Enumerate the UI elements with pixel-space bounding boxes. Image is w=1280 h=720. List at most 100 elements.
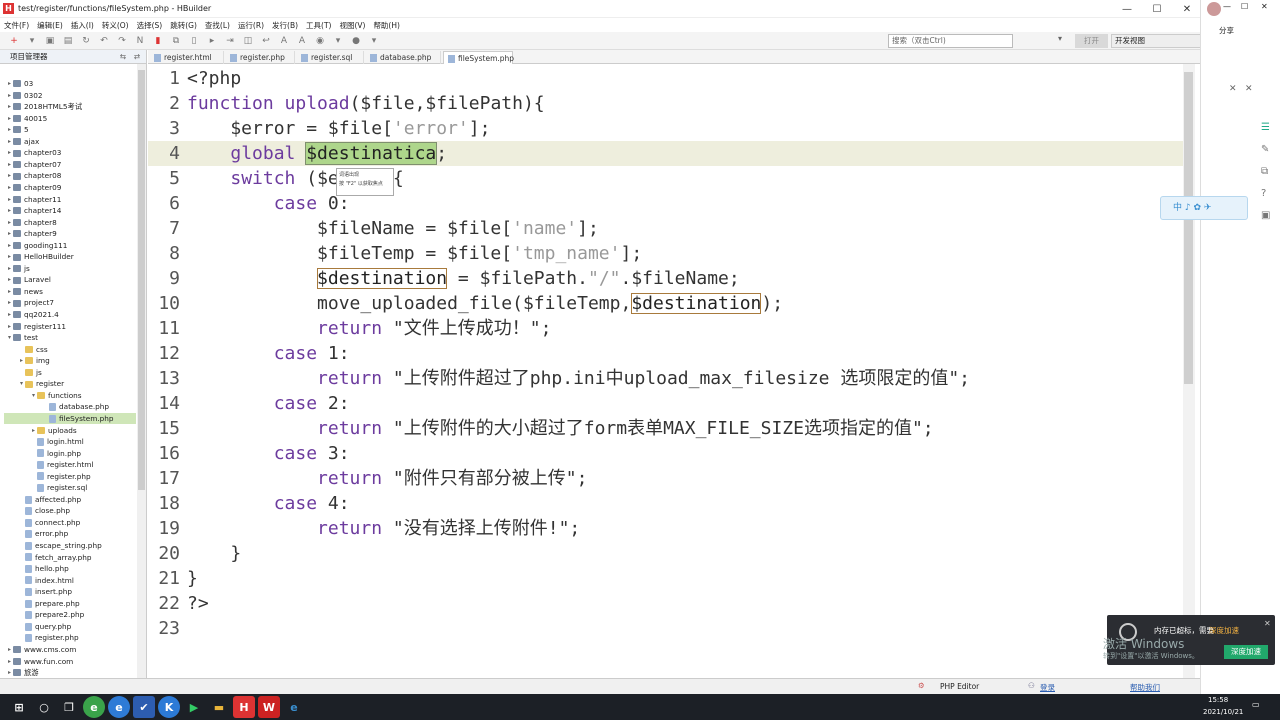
editor-tab[interactable]: register.html	[150, 51, 224, 64]
expand-arrow-icon[interactable]: ▸	[6, 170, 13, 182]
kugou-icon[interactable]: K	[158, 696, 180, 718]
tree-item[interactable]: ▸ 40015	[6, 113, 47, 125]
tree-item[interactable]: ▸ js	[6, 263, 30, 275]
avatar[interactable]	[1207, 2, 1221, 16]
close-icon[interactable]: ✕	[1173, 0, 1201, 18]
pin-icon[interactable]: ✎	[1261, 144, 1269, 155]
menu-item[interactable]: 转义(O)	[102, 20, 129, 31]
share-button[interactable]: 分享	[1219, 25, 1234, 36]
expand-arrow-icon[interactable]: ▸	[6, 644, 13, 656]
tree-item[interactable]: ▸ chapter03	[6, 147, 61, 159]
tree-item[interactable]: ▸ www.fun.com	[6, 656, 73, 668]
tree-item[interactable]: index.html	[18, 575, 74, 587]
expand-arrow-icon[interactable]: ▸	[6, 667, 13, 679]
tree-item[interactable]: ▾ register	[18, 378, 64, 390]
notification-icon[interactable]: ▭	[1252, 700, 1260, 709]
tree-item[interactable]: ▸ uploads	[30, 425, 77, 437]
font-style-icon[interactable]: A	[296, 35, 308, 47]
tree-item[interactable]: ▾ functions	[30, 390, 82, 402]
tree-item[interactable]: close.php	[18, 505, 70, 517]
format-icon[interactable]: N	[134, 35, 146, 47]
close-icon[interactable]: ✕	[1261, 2, 1268, 11]
menu-item[interactable]: 查找(L)	[205, 20, 230, 31]
expand-arrow-icon[interactable]: ▾	[30, 390, 37, 402]
expand-arrow-icon[interactable]: ▸	[6, 205, 13, 217]
expand-arrow-icon[interactable]: ▸	[30, 425, 37, 437]
expand-arrow-icon[interactable]: ▸	[6, 194, 13, 206]
tree-item[interactable]: ▸ 旅游	[6, 667, 39, 679]
new-file-icon[interactable]: +	[8, 35, 20, 47]
close-icon[interactable]: ✕	[1229, 84, 1237, 94]
save-icon[interactable]: ▣	[44, 35, 56, 47]
expand-arrow-icon[interactable]: ▸	[6, 217, 13, 229]
editor-tab[interactable]: register.php	[226, 51, 295, 64]
undo-icon[interactable]: ↶	[98, 35, 110, 47]
task-view-icon[interactable]: ❐	[58, 696, 80, 718]
expand-arrow-icon[interactable]: ▸	[6, 136, 13, 148]
editor-tab[interactable]: database.php	[366, 51, 441, 64]
expand-arrow-icon[interactable]: ▸	[6, 263, 13, 275]
expand-arrow-icon[interactable]: ▸	[6, 147, 13, 159]
expand-arrow-icon[interactable]: ▸	[6, 228, 13, 240]
menu-item[interactable]: 插入(I)	[71, 20, 94, 31]
close-icon[interactable]: ✕	[1264, 619, 1271, 628]
expand-arrow-icon[interactable]: ▸	[6, 101, 13, 113]
tree-item[interactable]: ▸ HelloHBuilder	[6, 251, 74, 263]
expand-arrow-icon[interactable]: ▸	[6, 251, 13, 263]
tree-item[interactable]: connect.php	[18, 517, 80, 529]
editor-scroll-thumb[interactable]	[1184, 72, 1193, 384]
ie-icon[interactable]: e	[283, 696, 305, 718]
search-dropdown-icon[interactable]: ▾	[1058, 34, 1062, 43]
tree-item[interactable]: fetch_array.php	[18, 552, 92, 564]
expand-arrow-icon[interactable]: ▸	[6, 78, 13, 90]
windows-start-icon[interactable]: ⊞	[8, 696, 30, 718]
menu-item[interactable]: 文件(F)	[4, 20, 29, 31]
dropdown-icon[interactable]: ▾	[368, 35, 380, 47]
help-icon[interactable]: ?	[1261, 188, 1266, 199]
tree-item[interactable]: ▸ chapter08	[6, 170, 61, 182]
copy-icon[interactable]: ⧉	[1261, 166, 1268, 177]
input-method-widget[interactable]: 中 ♪ ✿ ✈	[1160, 196, 1248, 220]
close-icon[interactable]: ✕	[1245, 84, 1253, 94]
tree-item[interactable]: ▸ Laravel	[6, 274, 51, 286]
editor-tab[interactable]: fileSystem.php	[443, 51, 514, 64]
expand-arrow-icon[interactable]: ▸	[6, 113, 13, 125]
tree-item[interactable]: js	[18, 367, 42, 379]
tree-item[interactable]: ▸ ajax	[6, 136, 39, 148]
tree-item[interactable]: ▸ chapter8	[6, 217, 57, 229]
tree-item[interactable]: ▸ register111	[6, 321, 66, 333]
tree-item[interactable]: ▸ project7	[6, 297, 54, 309]
expand-arrow-icon[interactable]: ▾	[6, 332, 13, 344]
editor-tab[interactable]: register.sql	[297, 51, 364, 64]
search-icon[interactable]: ○	[33, 696, 55, 718]
tree-item[interactable]: login.php	[30, 448, 81, 460]
dropdown-icon[interactable]: ▾	[332, 35, 344, 47]
tree-item[interactable]: ▾ test	[6, 332, 38, 344]
photo-icon[interactable]: ▣	[1261, 210, 1270, 221]
paste-icon[interactable]: ▯	[188, 35, 200, 47]
expand-arrow-icon[interactable]: ▸	[6, 321, 13, 333]
menu-item[interactable]: 帮助(H)	[373, 20, 400, 31]
expand-arrow-icon[interactable]: ▸	[6, 182, 13, 194]
minimize-icon[interactable]: —	[1223, 2, 1231, 11]
expand-arrow-icon[interactable]: ▸	[6, 286, 13, 298]
browser-icon[interactable]: ◉	[314, 35, 326, 47]
menu-item[interactable]: 运行(R)	[238, 20, 264, 31]
tree-item[interactable]: escape_string.php	[18, 540, 102, 552]
tree-item[interactable]: ▸ chapter11	[6, 194, 61, 206]
mail-icon[interactable]: ✔	[133, 696, 155, 718]
maximize-icon[interactable]: ☐	[1241, 2, 1248, 11]
browser-icon[interactable]: e	[83, 696, 105, 718]
tree-item[interactable]: ▸ www.cms.com	[6, 644, 76, 656]
folder-icon[interactable]: ▬	[208, 696, 230, 718]
tree-item[interactable]: ▸ chapter07	[6, 159, 61, 171]
menu-item[interactable]: 编辑(E)	[37, 20, 63, 31]
settings-icon[interactable]: ☰	[1261, 122, 1270, 133]
login-link[interactable]: 登录	[1040, 682, 1055, 693]
hbuilder-icon[interactable]: H	[233, 696, 255, 718]
search-input[interactable]: 搜索（双击Ctrl)	[888, 34, 1013, 48]
tree-item[interactable]: ▸ 5	[6, 124, 29, 136]
tree-item[interactable]: ▸ chapter9	[6, 228, 57, 240]
step-icon[interactable]: ⇥	[224, 35, 236, 47]
wrap-icon[interactable]: ↩	[260, 35, 272, 47]
